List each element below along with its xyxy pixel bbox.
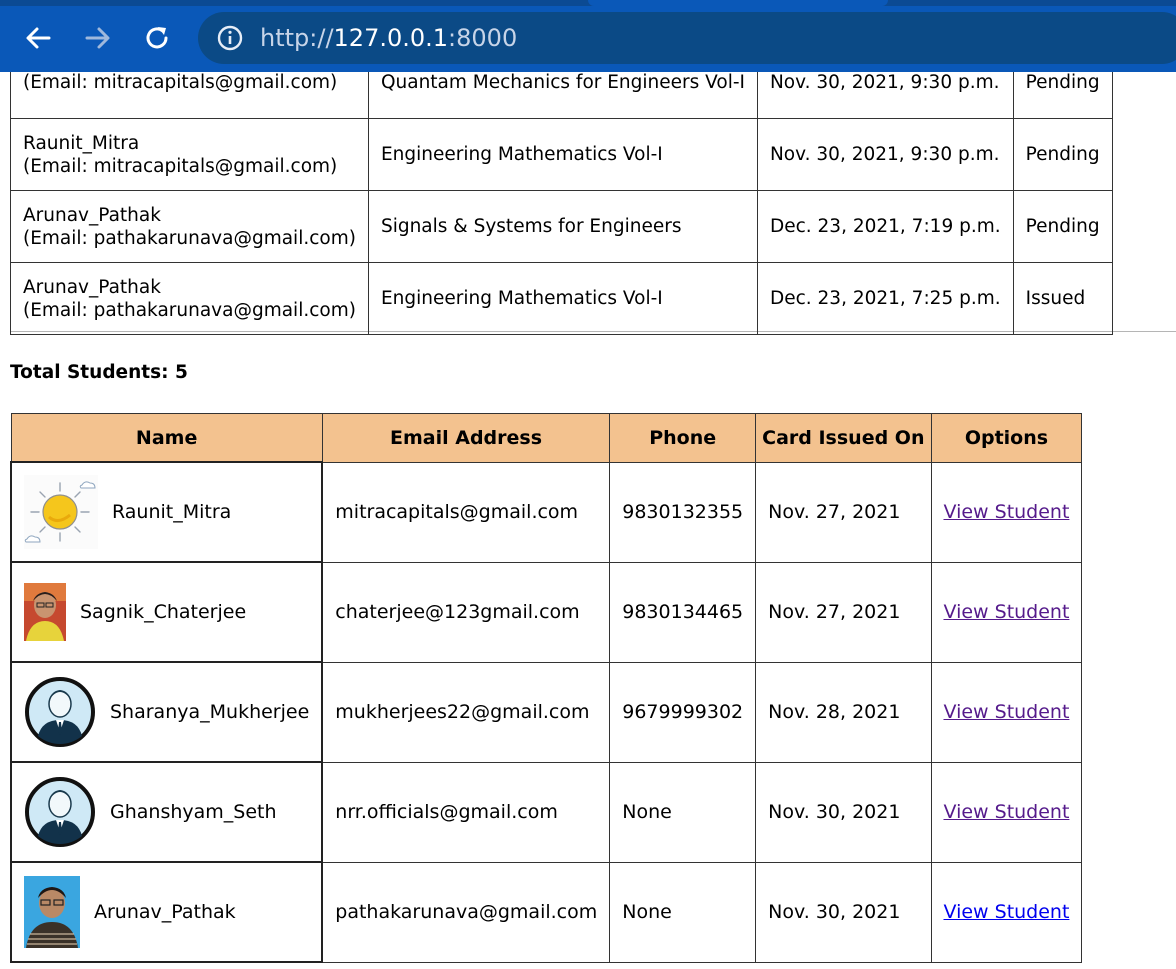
status-cell: Issued (1012, 262, 1113, 335)
request-date-cell: Dec. 23, 2021, 7:25 p.m. (756, 262, 1014, 335)
header-email: Email Address (321, 413, 611, 463)
table-row: Raunit_Mitra mitracapitals@gmail.com 983… (9, 461, 1083, 563)
student-name: Raunit_Mitra (112, 501, 232, 523)
student-email: (Email: mitracapitals@gmail.com) (23, 155, 338, 177)
phone-cell: 9830134465 (609, 561, 757, 663)
student-name: Raunit_Mitra (23, 132, 140, 154)
student-name: Ghanshyam_Seth (110, 801, 277, 823)
student-cell: Raunit_Mitra (Email: mitracapitals@gmail.… (10, 118, 369, 191)
email-cell: pathakarunava@gmail.com (321, 861, 611, 963)
address-bar[interactable]: http://127.0.0.1:8000 (198, 12, 1176, 64)
student-email: (Email: mitracapitals@gmail.com) (23, 72, 338, 93)
forward-button[interactable] (80, 20, 116, 56)
browser-toolbar: http://127.0.0.1:8000 (0, 0, 1176, 72)
students-table: Name Email Address Phone Card Issued On … (9, 413, 1083, 963)
url-text: http://127.0.0.1:8000 (260, 24, 517, 52)
back-button[interactable] (20, 20, 56, 56)
name-cell: Sagnik_Chaterjee (9, 561, 324, 663)
table-row: Sharanya_Mukherjee mukherjees22@gmail.co… (9, 661, 1083, 763)
url-port: :8000 (448, 24, 518, 52)
options-cell: View Student (930, 461, 1083, 563)
student-email: (Email: pathakarunava@gmail.com) (23, 299, 356, 321)
arrow-left-icon (26, 27, 51, 49)
view-student-link[interactable]: View Student (944, 801, 1070, 823)
url-host: 127.0.0.1 (333, 24, 449, 52)
options-cell: View Student (930, 661, 1083, 763)
view-student-link[interactable]: View Student (944, 901, 1070, 923)
name-cell: Ghanshyam_Seth (9, 761, 324, 863)
options-cell: View Student (930, 861, 1083, 963)
table-row: Ghanshyam_Seth nrr.officials@gmail.com N… (9, 761, 1083, 863)
arrow-right-icon (85, 27, 110, 49)
tab-strip (0, 0, 1176, 6)
status-cell: Pending (1012, 190, 1113, 263)
student-name: Sagnik_Chaterjee (80, 601, 247, 623)
phone-cell: 9830132355 (609, 461, 757, 563)
default-user-avatar-icon (25, 677, 95, 747)
card-issued-cell: Nov. 27, 2021 (755, 561, 932, 663)
name-cell: Arunav_Pathak (9, 861, 324, 963)
header-name: Name (10, 413, 323, 463)
card-issued-cell: Nov. 30, 2021 (755, 861, 932, 963)
reload-icon (146, 27, 168, 49)
table-row: Raunit_Mitra (Email: mitracapitals@gmail.… (10, 118, 1113, 191)
request-date-cell: Dec. 23, 2021, 7:19 p.m. (756, 190, 1014, 263)
card-issued-cell: Nov. 27, 2021 (755, 461, 932, 563)
phone-cell: None (609, 761, 757, 863)
default-user-avatar-icon (25, 777, 95, 847)
reload-button[interactable] (139, 20, 175, 56)
card-issued-cell: Nov. 28, 2021 (755, 661, 932, 763)
email-cell: nrr.officials@gmail.com (321, 761, 611, 863)
sun-avatar-icon (24, 475, 98, 549)
table-row: Arunav_Pathak (Email: pathakarunava@gmail… (10, 190, 1113, 263)
view-student-link[interactable]: View Student (944, 601, 1070, 623)
student-name: Sharanya_Mukherjee (110, 701, 310, 723)
email-cell: chaterjee@123gmail.com (321, 561, 611, 663)
student-email: (Email: pathakarunava@gmail.com) (23, 227, 356, 249)
header-card-issued: Card Issued On (755, 413, 932, 463)
options-cell: View Student (930, 561, 1083, 663)
book-cell: Engineering Mathematics Vol-I (367, 118, 758, 191)
email-cell: mitracapitals@gmail.com (321, 461, 611, 563)
photo-avatar-icon (24, 876, 80, 948)
card-issued-cell: Nov. 30, 2021 (755, 761, 932, 863)
student-name: Arunav_Pathak (23, 276, 161, 298)
email-cell: mukherjees22@gmail.com (321, 661, 611, 763)
info-icon[interactable] (216, 24, 244, 52)
student-name: Arunav_Pathak (23, 204, 161, 226)
name-cell: Sharanya_Mukherjee (9, 661, 324, 763)
view-student-link[interactable]: View Student (944, 701, 1070, 723)
student-cell: Arunav_Pathak (Email: pathakarunava@gmail… (10, 262, 369, 335)
phone-cell: None (609, 861, 757, 963)
student-name: Arunav_Pathak (94, 901, 236, 923)
header-options: Options (930, 413, 1083, 463)
view-student-link[interactable]: View Student (944, 501, 1070, 523)
photo-avatar-icon (24, 583, 66, 641)
total-students-label: Total Students: 5 (10, 362, 188, 383)
name-cell: Raunit_Mitra (9, 461, 324, 563)
header-phone: Phone (609, 413, 757, 463)
book-cell: Signals & Systems for Engineers (367, 190, 758, 263)
phone-cell: 9679999302 (609, 661, 757, 763)
status-cell: Pending (1012, 118, 1113, 191)
student-cell: Arunav_Pathak (Email: pathakarunava@gmail… (10, 190, 369, 263)
issue-requests-table: (Email: mitracapitals@gmail.com) Quantam… (10, 46, 1113, 335)
table-row: Arunav_Pathak pathakarunava@gmail.com No… (9, 861, 1083, 963)
options-cell: View Student (930, 761, 1083, 863)
request-date-cell: Nov. 30, 2021, 9:30 p.m. (756, 118, 1014, 191)
url-scheme: http:// (260, 24, 334, 52)
book-cell: Engineering Mathematics Vol-I (367, 262, 758, 335)
table-row: Sagnik_Chaterjee chaterjee@123gmail.com … (9, 561, 1083, 663)
table-row: Arunav_Pathak (Email: pathakarunava@gmail… (10, 262, 1113, 335)
table-header-row: Name Email Address Phone Card Issued On … (10, 413, 1083, 463)
